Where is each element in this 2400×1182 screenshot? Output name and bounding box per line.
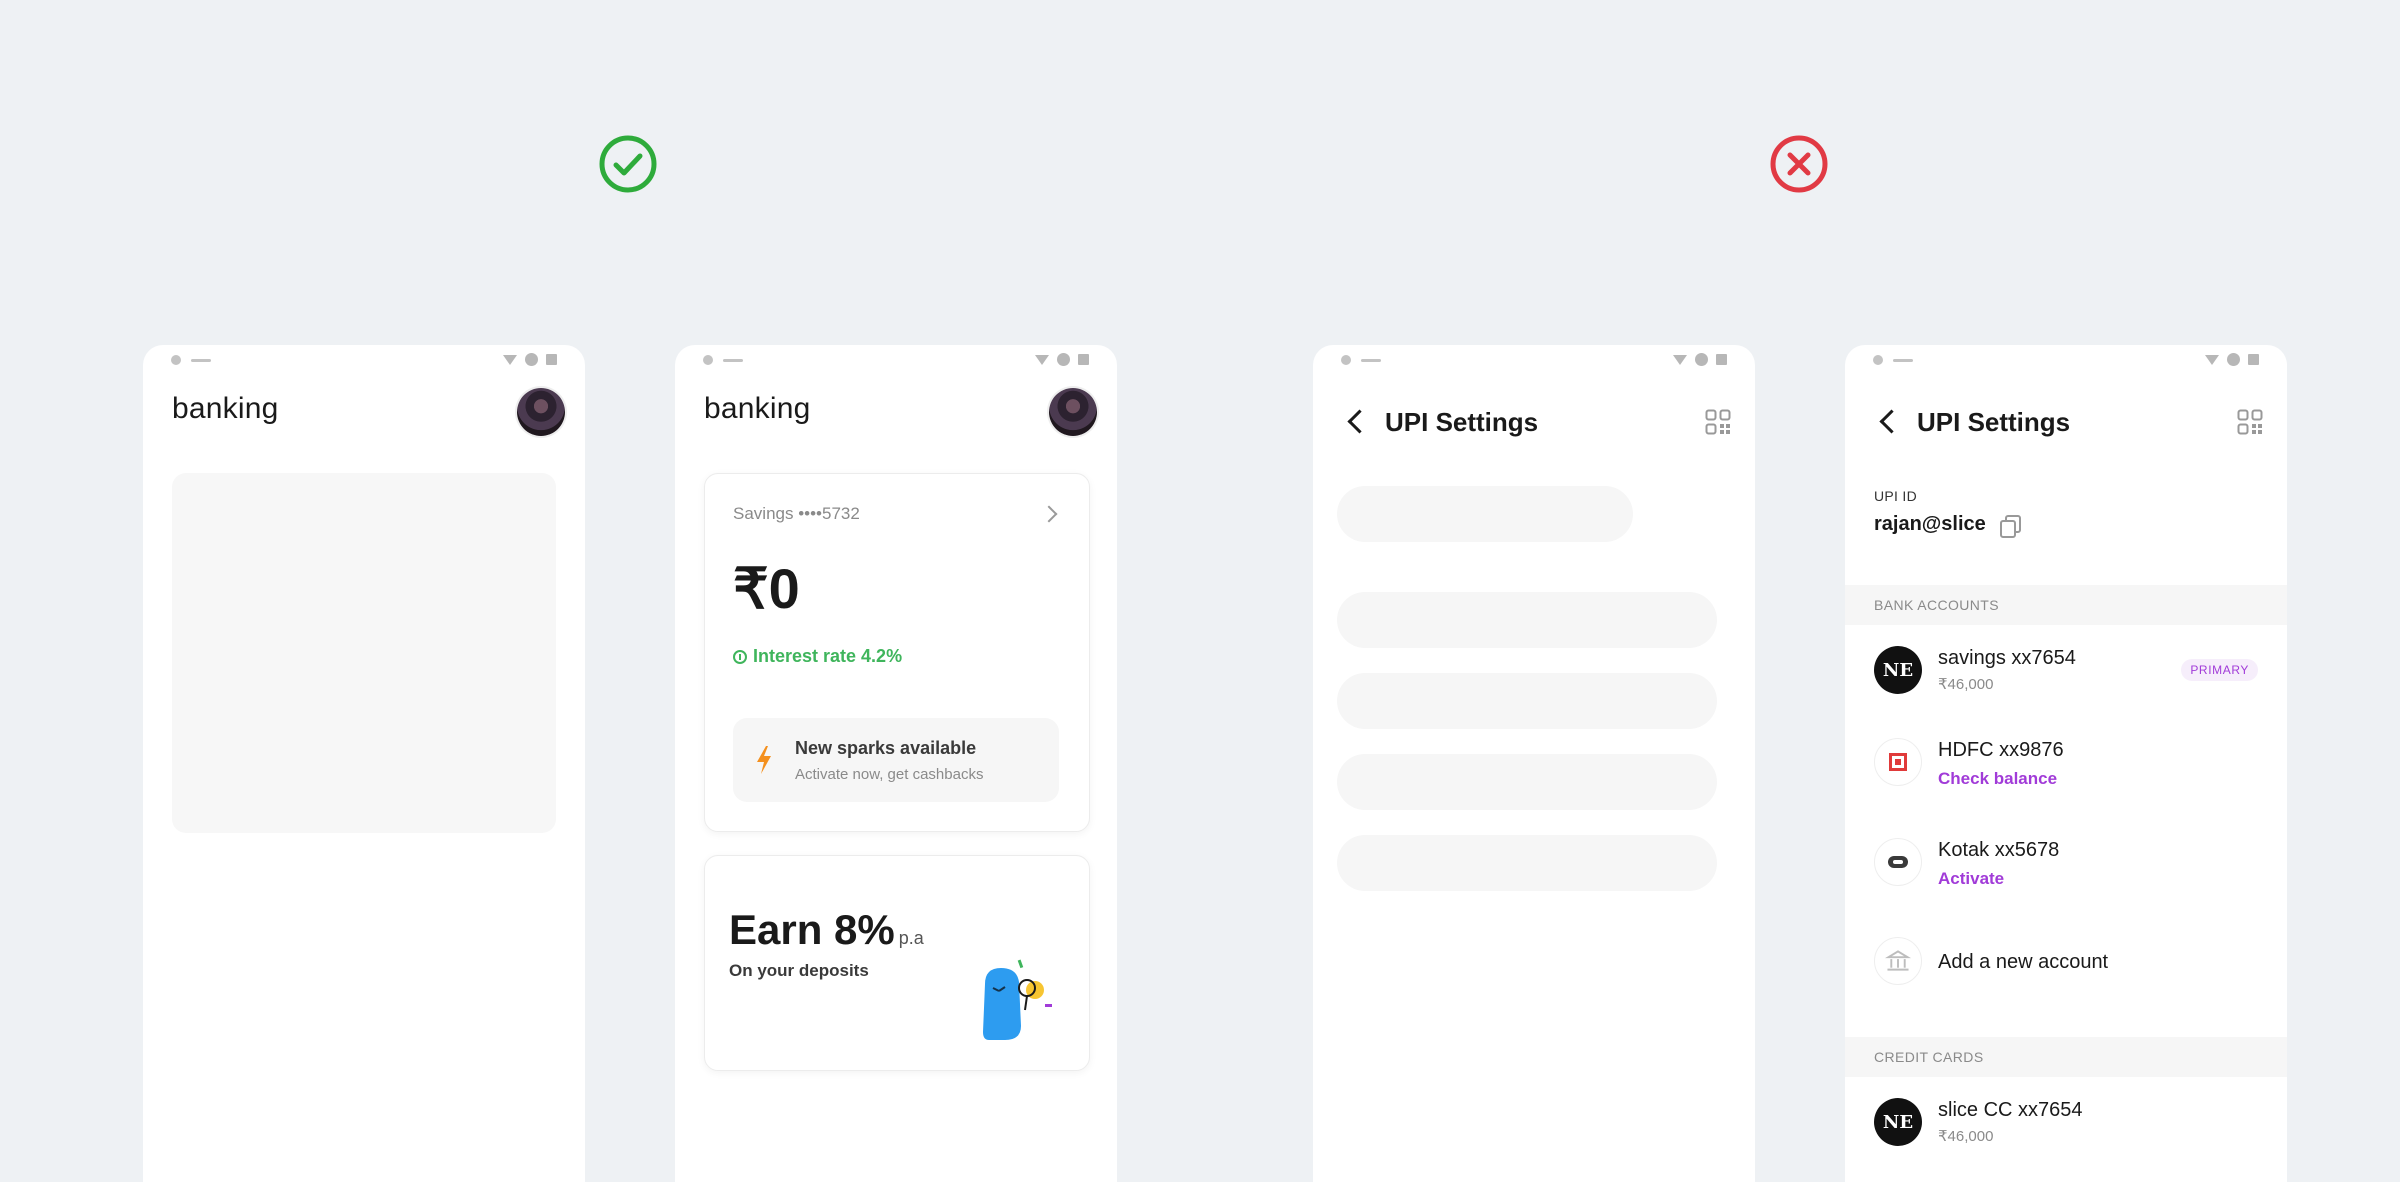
balance-amount: ₹0 [733,557,800,620]
section-title: CREDIT CARDS [1874,1049,1984,1065]
page-title: banking [172,392,279,425]
hdfc-logo-icon [1874,738,1922,786]
qr-code-icon[interactable] [2237,409,2263,435]
interest-rate: Interest rate 4.2% [733,646,902,667]
card-logo-icon: NE [1874,1098,1922,1146]
info-icon [733,649,747,664]
account-name: Kotak xx5678 [1938,839,2060,861]
status-dash-icon [191,359,211,362]
skeleton-line [1337,754,1717,810]
skeleton-line [1337,835,1717,891]
account-name: savings xx7654 [1938,647,2076,669]
copy-icon[interactable] [1999,514,2021,538]
status-bar [675,345,1117,375]
bank-building-icon [1874,937,1922,985]
mascot-illustration [983,959,1052,1040]
bank-account-row[interactable]: Kotak xx5678 Activate [1874,831,2258,891]
header: UPI Settings [1875,407,2263,437]
avatar[interactable] [1049,388,1097,436]
signal-icon [2227,353,2240,366]
earn-rate-text: Earn 8% [729,906,895,953]
status-dot-icon [703,355,713,365]
deposit-promo-card[interactable]: Earn 8% p.a On your deposits [704,855,1090,1071]
bank-logo-icon: NE [1874,646,1922,694]
status-bar [1845,345,2287,375]
signal-icon [1057,353,1070,366]
qr-code-icon[interactable] [1705,409,1731,435]
upi-id-value: rajan@slice [1874,513,1986,535]
skeleton-line [1337,592,1717,648]
status-dash-icon [1361,359,1381,362]
avatar[interactable] [517,388,565,436]
wifi-icon [1035,354,1049,365]
add-account-label: Add a new account [1938,951,2109,973]
section-title: BANK ACCOUNTS [1874,597,1999,613]
battery-icon [546,354,557,365]
status-dot-icon [171,355,181,365]
page-title: UPI Settings [1385,407,1539,437]
canvas: banking banking Savings ••••5732 ₹0 Inte… [0,0,2400,1182]
skeleton-card [172,473,556,833]
skeleton-line [1337,486,1633,542]
account-name: HDFC xx9876 [1938,739,2064,761]
signal-icon [1695,353,1708,366]
battery-icon [1716,354,1727,365]
sparks-title: New sparks available [795,738,977,758]
earn-rate-heading: Earn 8% p.a [729,906,924,954]
status-dash-icon [1893,359,1913,362]
activate-link[interactable]: Activate [1938,869,2004,889]
chevron-right-icon[interactable] [1040,505,1058,523]
phone-banking-loaded: banking Savings ••••5732 ₹0 Interest rat… [675,345,1117,1182]
upi-id-row: rajan@slice [1874,513,2021,538]
kotak-logo-icon [1874,838,1922,886]
phone-upi-loading: UPI Settings [1313,345,1755,1182]
bank-account-row[interactable]: HDFC xx9876 Check balance [1874,731,2258,791]
status-bar [1313,345,1755,375]
page-title: UPI Settings [1917,407,2071,437]
account-balance: ₹46,000 [1938,676,1994,693]
incorrect-cross-icon [1769,134,1829,194]
savings-account-label: Savings ••••5732 [733,504,860,523]
skeleton-line [1337,673,1717,729]
bank-account-row[interactable]: NE savings xx7654 ₹46,000 PRIMARY [1874,639,2258,699]
add-account-row[interactable]: Add a new account [1874,930,2258,990]
credit-card-row[interactable]: NE slice CC xx7654 ₹46,000 [1874,1091,2258,1151]
status-dot-icon [1873,355,1883,365]
status-dot-icon [1341,355,1351,365]
status-bar [143,345,585,375]
header: UPI Settings [1343,407,1731,437]
sparks-banner[interactable]: New sparks available Activate now, get c… [733,718,1059,802]
phone-banking-loading: banking [143,345,585,1182]
page-title: banking [704,392,811,425]
check-balance-link[interactable]: Check balance [1938,769,2057,789]
wifi-icon [1673,354,1687,365]
earn-rate-unit: p.a [898,928,924,948]
lightning-bolt-icon [757,746,771,774]
back-arrow-icon[interactable] [1347,409,1372,434]
interest-rate-text: Interest rate 4.2% [753,646,903,666]
signal-icon [525,353,538,366]
correct-check-icon [598,134,658,194]
card-name: slice CC xx7654 [1938,1099,2083,1121]
wifi-icon [2205,354,2219,365]
section-header-bank-accounts: BANK ACCOUNTS [1845,585,2287,625]
sparks-subtitle: Activate now, get cashbacks [795,766,984,783]
phone-upi-loaded: UPI Settings UPI ID rajan@slice BANK ACC… [1845,345,2287,1182]
card-balance: ₹46,000 [1938,1128,1994,1145]
battery-icon [2248,354,2259,365]
section-header-credit-cards: CREDIT CARDS [1845,1037,2287,1077]
battery-icon [1078,354,1089,365]
earn-subtitle: On your deposits [729,961,869,980]
status-dash-icon [723,359,743,362]
upi-id-label: UPI ID [1874,488,1918,504]
back-arrow-icon[interactable] [1879,409,1904,434]
savings-card[interactable]: Savings ••••5732 ₹0 Interest rate 4.2% N… [704,473,1090,832]
primary-badge: PRIMARY [2181,659,2258,681]
wifi-icon [503,354,517,365]
